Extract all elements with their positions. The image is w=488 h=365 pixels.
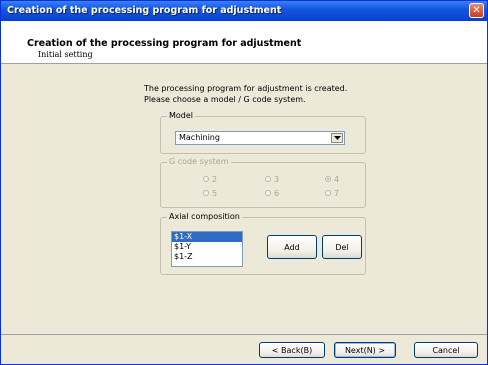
gcode-radio-label: 2 bbox=[212, 175, 218, 184]
close-button[interactable]: ✕ bbox=[469, 3, 484, 18]
radio-circle-icon bbox=[203, 175, 209, 182]
next-button[interactable]: Next(N) > bbox=[334, 342, 396, 358]
back-button-label: < Back(B) bbox=[271, 345, 313, 355]
radio-circle-icon bbox=[325, 189, 331, 196]
radio-circle-icon bbox=[265, 189, 271, 196]
title-bar[interactable]: Creation of the processing program for a… bbox=[1, 1, 487, 21]
model-label: Model bbox=[167, 111, 196, 120]
add-axis-label: Add bbox=[284, 242, 300, 252]
gcode-radio-label: 4 bbox=[334, 175, 340, 184]
gcode-radio-label: 7 bbox=[334, 189, 340, 198]
back-button[interactable]: < Back(B) bbox=[259, 342, 325, 358]
cancel-button-label: Cancel bbox=[432, 345, 460, 355]
dialog-window: Creation of the processing program for a… bbox=[0, 0, 488, 365]
model-group: Model Machining bbox=[160, 111, 366, 154]
gcode-group: G code system 2 3 4 5 6 7 bbox=[160, 157, 366, 208]
list-item[interactable]: $1-X bbox=[172, 232, 242, 242]
wizard-footer: < Back(B) Next(N) > Cancel bbox=[1, 334, 487, 365]
axial-group: Axial composition $1-X $1-Y $1-Z Add Del bbox=[160, 212, 366, 275]
radio-circle-icon bbox=[265, 175, 271, 182]
next-button-label: Next(N) > bbox=[344, 345, 386, 355]
intro-text-2: Please choose a model / G code system. bbox=[144, 95, 306, 104]
gcode-radio: 5 bbox=[203, 189, 217, 198]
gcode-radio: 3 bbox=[265, 175, 279, 184]
header-subtitle: Initial setting bbox=[38, 50, 93, 59]
gcode-radio-label: 6 bbox=[274, 189, 280, 198]
header-title: Creation of the processing program for a… bbox=[27, 38, 302, 49]
model-select-value: Machining bbox=[179, 133, 220, 142]
gcode-radio: 7 bbox=[325, 189, 339, 198]
gcode-radio-label: 5 bbox=[212, 189, 218, 198]
axial-label: Axial composition bbox=[167, 212, 242, 221]
wizard-body: The processing program for adjustment is… bbox=[1, 64, 487, 334]
gcode-radio: 2 bbox=[203, 175, 217, 184]
axis-listbox[interactable]: $1-X $1-Y $1-Z bbox=[171, 231, 243, 267]
list-item[interactable]: $1-Z bbox=[172, 252, 242, 262]
intro-text-1: The processing program for adjustment is… bbox=[144, 84, 348, 93]
gcode-label: G code system bbox=[167, 157, 231, 166]
radio-circle-icon bbox=[325, 175, 331, 182]
radio-circle-icon bbox=[203, 189, 209, 196]
delete-axis-label: Del bbox=[335, 242, 349, 252]
gcode-radio: 4 bbox=[325, 175, 339, 184]
chevron-down-icon[interactable] bbox=[331, 133, 343, 143]
model-select[interactable]: Machining bbox=[175, 131, 345, 145]
list-item[interactable]: $1-Y bbox=[172, 242, 242, 252]
cancel-button[interactable]: Cancel bbox=[414, 342, 478, 358]
wizard-header: Creation of the processing program for a… bbox=[1, 21, 487, 64]
add-axis-button[interactable]: Add bbox=[267, 235, 317, 259]
close-icon: ✕ bbox=[472, 5, 481, 16]
gcode-radio: 6 bbox=[265, 189, 279, 198]
gcode-radio-label: 3 bbox=[274, 175, 280, 184]
window-title: Creation of the processing program for a… bbox=[7, 5, 282, 16]
delete-axis-button[interactable]: Del bbox=[322, 235, 362, 259]
